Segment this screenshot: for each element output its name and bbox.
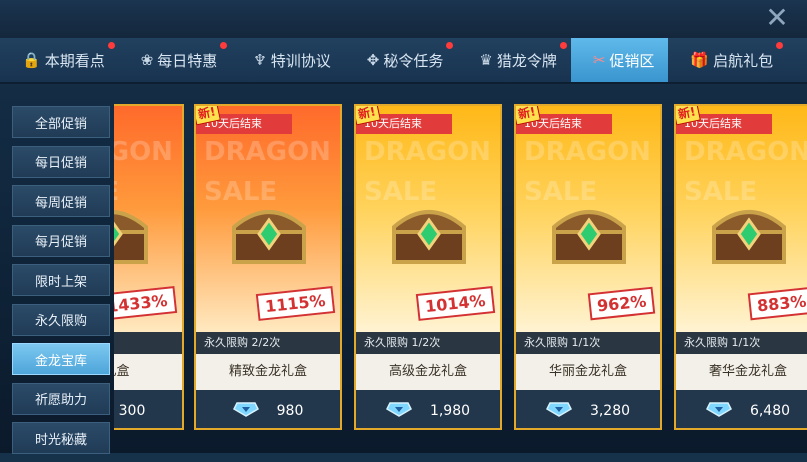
tab-3[interactable]: ✥ 秘令任务 (345, 38, 458, 82)
tab-2[interactable]: ♆ 特训协议 (231, 38, 344, 82)
notification-dot (107, 42, 115, 49)
buy-button[interactable]: 980 (196, 390, 340, 428)
sidebar-item-3[interactable]: 每月促销 (12, 224, 110, 257)
tab-label: 秘令任务 (383, 51, 444, 70)
tab-4[interactable]: ♛ 猎龙令牌 (457, 38, 570, 82)
sidebar-item-8[interactable]: 时光秘藏 (12, 422, 110, 454)
product-name: 高级金龙礼盒 (356, 354, 500, 390)
notification-dot (776, 42, 784, 49)
sidebar-item-2[interactable]: 每周促销 (12, 185, 110, 217)
dragon-badge-icon: ♛ (479, 51, 493, 69)
diamond-currency-icon (545, 401, 590, 421)
chest-icon (704, 192, 794, 272)
tab-label: 本期看点 (44, 51, 105, 70)
tab-bar: 🔒 本期看点 ❀ 每日特惠 ♆ 特训协议 ✥ 秘令任务 ♛ 猎龙令牌 ✂ 促销区… (0, 38, 807, 84)
product-card[interactable]: DRAGON SALE 962% 10天后结束 新! 永久限购 1/1次 华丽金… (514, 104, 662, 430)
tab-6[interactable]: 🎁 启航礼包 (668, 38, 787, 82)
diamond-currency-icon (705, 401, 750, 421)
price-value: 6,480 (749, 403, 791, 419)
diamond-currency-icon (232, 401, 277, 421)
buy-button[interactable]: 6,480 (676, 390, 807, 428)
notification-dot (220, 42, 228, 49)
gift-box-icon: 🎁 (690, 51, 710, 69)
tab-label: 每日特惠 (157, 51, 218, 70)
sidebar-item-4[interactable]: 限时上架 (12, 264, 110, 296)
buy-button[interactable]: 3,280 (516, 390, 660, 428)
product-card[interactable]: DRAGON SALE 1115% 10天后结束 新! 永久限购 2/2次 精致… (194, 104, 342, 430)
price-value: 300 (118, 403, 146, 419)
chest-icon (114, 192, 156, 272)
product-name: 精致金龙礼盒 (196, 354, 340, 390)
card-art: DRAGON SALE 1014% (356, 106, 500, 332)
sidebar-item-0[interactable]: 全部促销 (12, 106, 110, 138)
arrows-icon: ✥ (366, 51, 380, 69)
sidebar-item-6[interactable]: 金龙宝库 (12, 343, 110, 375)
wings-icon: ♆ (253, 51, 267, 69)
chest-icon (544, 192, 634, 272)
tab-5[interactable]: ✂ 促销区 (570, 38, 669, 82)
purchase-limit: 次 (114, 332, 182, 354)
card-art: DRAGON SALE 1433% (114, 106, 182, 332)
product-name: 华丽金龙礼盒 (516, 354, 660, 390)
sidebar-item-5[interactable]: 永久限购 (12, 303, 110, 336)
sidebar-item-1[interactable]: 每日促销 (12, 145, 110, 178)
buy-button[interactable]: 1,980 (356, 390, 500, 428)
tab-1[interactable]: ❀ 每日特惠 (119, 38, 232, 82)
diamond-currency-icon (385, 401, 430, 421)
product-name: 奢华金龙礼盒 (676, 354, 807, 390)
product-card[interactable]: DRAGON SALE 883% 10天后结束 新! 永久限购 1/1次 奢华金… (674, 104, 807, 430)
bag-icon: 🔒 (22, 51, 41, 69)
price-value: 980 (276, 403, 304, 419)
buy-button[interactable]: 300 (114, 390, 182, 428)
price-value: 3,280 (589, 403, 631, 419)
discount-badge: 1014% (416, 286, 496, 321)
price-value: 1,980 (429, 403, 471, 419)
chest-icon (384, 192, 474, 272)
discount-badge: 1433% (114, 286, 178, 321)
purchase-limit: 永久限购 2/2次 (196, 332, 340, 354)
tab-label: 促销区 (609, 51, 655, 70)
sidebar: 全部促销每日促销每周促销每月促销限时上架永久限购金龙宝库祈愿助力时光秘藏 (12, 106, 110, 462)
card-art: DRAGON SALE 883% (676, 106, 807, 332)
card-art: DRAGON SALE 1115% (196, 106, 340, 332)
product-card[interactable]: DRAGON SALE 1433% 次 龙礼盒 300 (114, 104, 184, 430)
notification-dot (446, 42, 454, 49)
card-art: DRAGON SALE 962% (516, 106, 660, 332)
product-name: 龙礼盒 (114, 354, 182, 390)
tab-0[interactable]: 🔒 本期看点 (0, 38, 119, 82)
discount-badge: 1115% (256, 286, 336, 321)
product-card[interactable]: DRAGON SALE 1014% 10天后结束 新! 永久限购 1/2次 高级… (354, 104, 502, 430)
gift-icon: ❀ (140, 51, 154, 69)
top-bar: ✕ (0, 0, 807, 38)
tab-label: 猎龙令牌 (496, 51, 557, 70)
tab-label: 特训协议 (270, 51, 331, 70)
sale-icon: ✂ (592, 51, 606, 69)
close-icon[interactable]: ✕ (761, 2, 793, 34)
notification-dot (559, 42, 567, 49)
card-list: DRAGON SALE 1433% 次 龙礼盒 300 DRAGON SALE … (114, 104, 807, 430)
discount-badge: 962% (587, 286, 656, 321)
chest-icon (224, 192, 314, 272)
sidebar-item-7[interactable]: 祈愿助力 (12, 382, 110, 415)
purchase-limit: 永久限购 1/1次 (516, 332, 660, 354)
discount-badge: 883% (747, 286, 807, 321)
purchase-limit: 永久限购 1/1次 (676, 332, 807, 354)
purchase-limit: 永久限购 1/2次 (356, 332, 500, 354)
tab-label: 启航礼包 (713, 51, 774, 70)
